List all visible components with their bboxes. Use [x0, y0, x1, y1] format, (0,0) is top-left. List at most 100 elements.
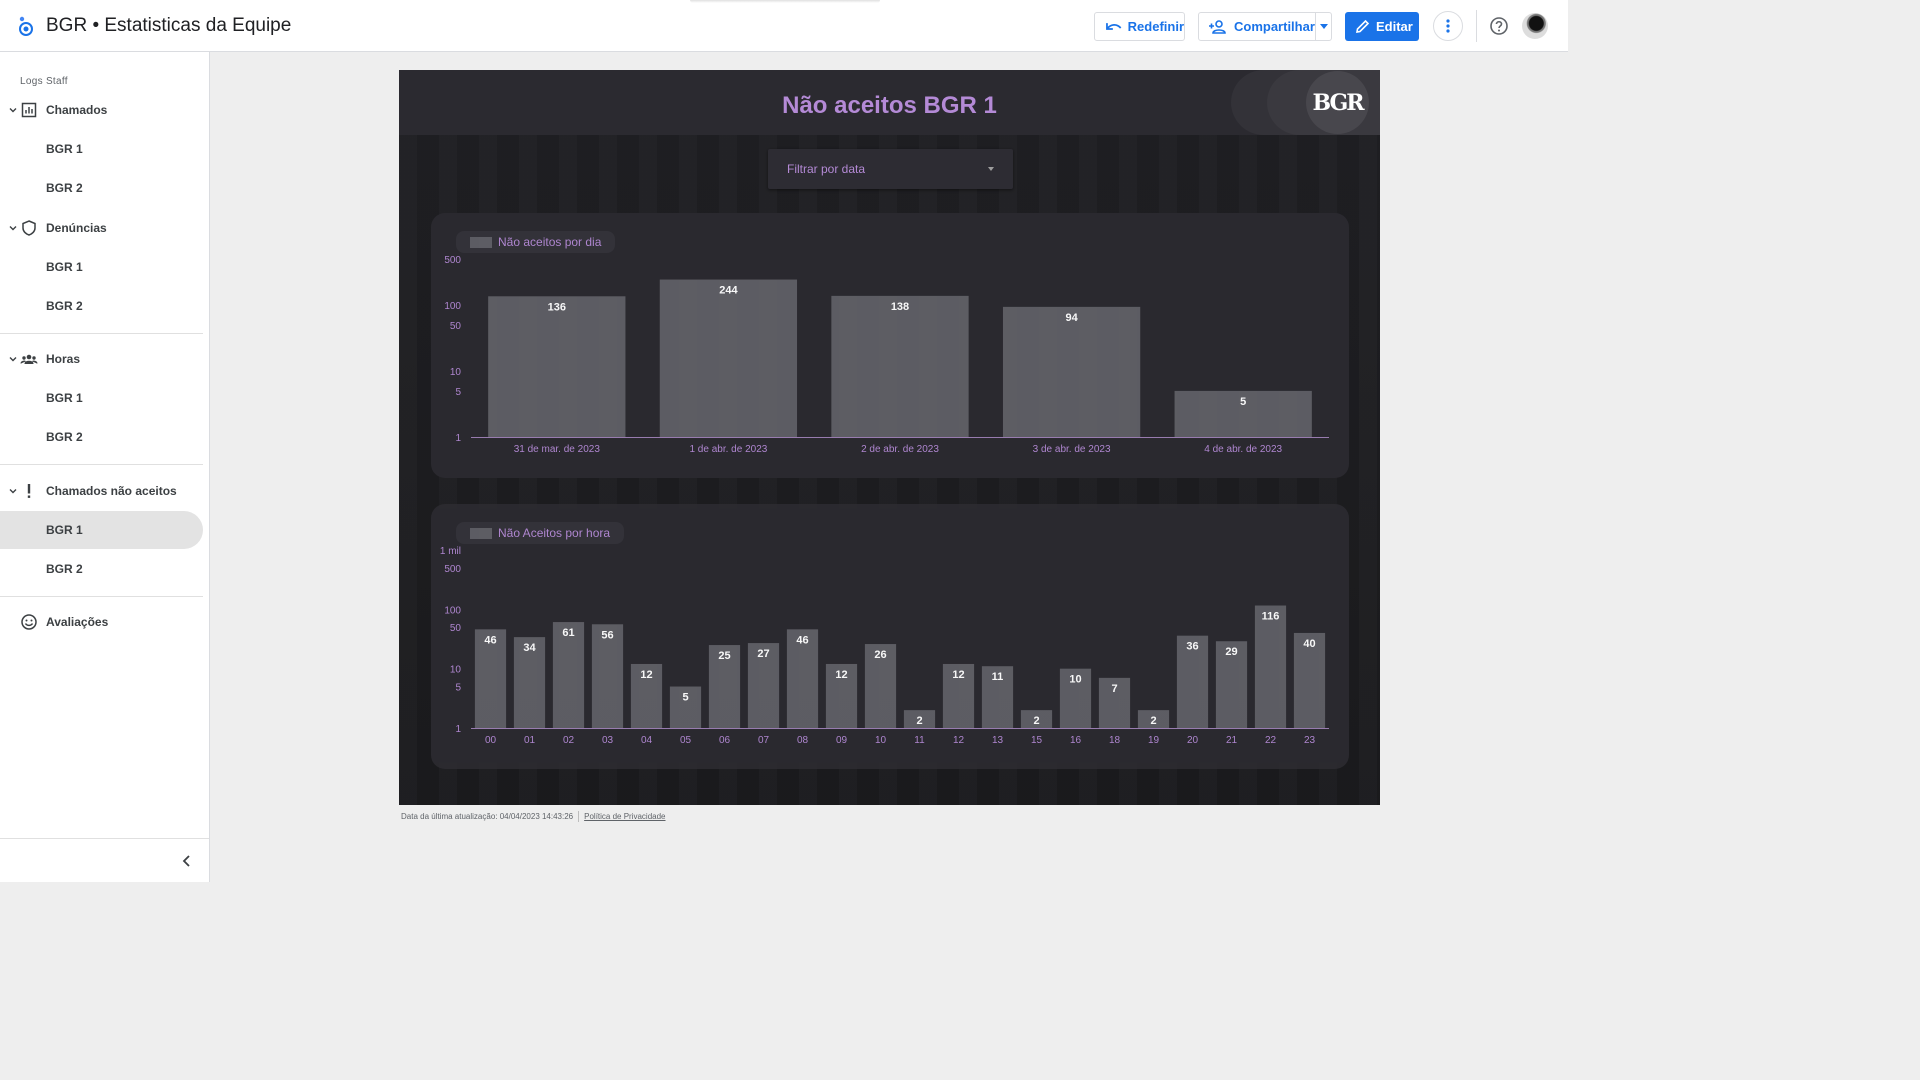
- person-add-icon: [1209, 19, 1226, 34]
- x-tick-label: 00: [485, 735, 497, 746]
- sidebar-item-label: BGR 1: [46, 142, 83, 156]
- data-label: 7: [1111, 683, 1117, 695]
- x-tick-label: 08: [797, 735, 809, 746]
- data-label: 244: [719, 285, 738, 297]
- sidebar-item-horas-bgr1[interactable]: BGR 1: [0, 379, 203, 417]
- collapse-sidebar-chevron-left-icon[interactable]: [180, 853, 194, 869]
- data-label: 25: [718, 650, 730, 662]
- data-label: 12: [640, 669, 652, 681]
- sidebar-item-label: BGR 1: [46, 523, 83, 537]
- sidebar-item-chamados-nao-aceitos[interactable]: Chamados não aceitos: [0, 472, 203, 510]
- last-update-text: Data da última atualização: 04/04/2023 1…: [401, 812, 574, 821]
- x-tick-label: 11: [914, 735, 925, 746]
- sidebar-divider: [0, 333, 203, 334]
- data-label: 2: [916, 715, 922, 727]
- top-bar: BGR • Estatisticas da Equipe Redefinir C…: [0, 0, 1568, 52]
- exclamation-icon: [27, 484, 31, 498]
- data-label: 29: [1225, 646, 1237, 658]
- share-dropdown-caret-icon[interactable]: [1315, 13, 1331, 40]
- x-tick-label: 15: [1031, 735, 1043, 746]
- sidebar-item-nao-aceitos-bgr1[interactable]: BGR 1: [0, 511, 203, 549]
- data-label: 12: [835, 669, 847, 681]
- sidebar-item-avaliacoes[interactable]: Avaliações: [0, 603, 203, 641]
- bar-chart-por-hora[interactable]: 1510501005001 mil46003401610256031204505…: [431, 504, 1349, 769]
- sidebar-item-chamados-bgr2[interactable]: BGR 2: [0, 169, 203, 207]
- sidebar-divider: [0, 464, 203, 465]
- sidebar-item-denuncias-bgr2[interactable]: BGR 2: [0, 287, 203, 325]
- x-tick-label: 10: [875, 735, 887, 746]
- data-label: 5: [1240, 396, 1246, 408]
- sidebar-item-label: BGR 2: [46, 299, 83, 313]
- x-tick-label: 20: [1187, 735, 1199, 746]
- people-icon: [20, 354, 38, 364]
- data-label: 36: [1186, 641, 1198, 653]
- x-tick-label: 09: [836, 735, 848, 746]
- sidebar-item-label: BGR 2: [46, 562, 83, 576]
- y-tick-label: 50: [450, 321, 462, 332]
- reset-label: Redefinir: [1127, 19, 1184, 34]
- edit-button[interactable]: Editar: [1345, 12, 1419, 41]
- y-tick-label: 500: [444, 255, 461, 266]
- header-divider: [1476, 10, 1477, 42]
- x-tick-label: 05: [680, 735, 692, 746]
- x-tick-label: 31 de mar. de 2023: [514, 444, 601, 455]
- sidebar-item-horas-bgr2[interactable]: BGR 2: [0, 418, 203, 456]
- sidebar-item-denuncias[interactable]: Denúncias: [0, 209, 203, 247]
- more-options-button[interactable]: [1433, 11, 1463, 41]
- chevron-down-icon[interactable]: [9, 487, 17, 495]
- bar: [1002, 306, 1141, 437]
- data-label: 116: [1262, 611, 1280, 623]
- report-canvas: BGR Não aceitos BGR 1 Filtrar por data N…: [399, 70, 1380, 805]
- sidebar-item-horas[interactable]: Horas: [0, 340, 203, 378]
- sidebar-item-label: Avaliações: [46, 615, 109, 629]
- bar: [488, 296, 626, 437]
- header-shadow: [690, 0, 880, 3]
- x-tick-label: 1 de abr. de 2023: [689, 444, 767, 455]
- help-icon[interactable]: [1489, 16, 1509, 36]
- y-tick-label: 500: [444, 564, 461, 575]
- sidebar-item-label: BGR 2: [46, 430, 83, 444]
- date-filter-label: Filtrar por data: [787, 162, 866, 176]
- sidebar-item-label: BGR 2: [46, 181, 83, 195]
- date-filter-dropdown[interactable]: Filtrar por data: [768, 149, 1013, 189]
- x-tick-label: 07: [758, 735, 770, 746]
- sidebar-item-chamados-bgr1[interactable]: BGR 1: [0, 130, 203, 168]
- data-label: 34: [523, 642, 536, 654]
- chevron-down-icon[interactable]: [9, 355, 17, 363]
- y-tick-label: 1: [455, 433, 461, 444]
- sidebar-item-chamados[interactable]: Chamados: [0, 91, 203, 129]
- x-tick-label: 13: [992, 735, 1004, 746]
- sidebar-item-nao-aceitos-bgr2[interactable]: BGR 2: [0, 550, 203, 588]
- y-tick-label: 100: [444, 605, 461, 616]
- share-button[interactable]: Compartilhar: [1198, 12, 1332, 41]
- chevron-down-icon[interactable]: [9, 106, 17, 114]
- y-tick-label: 10: [450, 367, 462, 378]
- smiley-icon: [21, 614, 37, 630]
- data-label: 94: [1065, 312, 1078, 324]
- x-tick-label: 01: [524, 735, 536, 746]
- footer-divider: [578, 811, 580, 822]
- sidebar-item-denuncias-bgr1[interactable]: BGR 1: [0, 248, 203, 286]
- chevron-down-icon[interactable]: [9, 224, 17, 232]
- sidebar-navigation: Logs Staff Chamados BGR 1 BGR 2 Denúncia…: [0, 52, 210, 882]
- privacy-policy-link[interactable]: Política de Privacidade: [584, 812, 665, 821]
- bar: [1254, 605, 1287, 728]
- x-tick-label: 3 de abr. de 2023: [1033, 444, 1111, 455]
- x-tick-label: 2 de abr. de 2023: [861, 444, 939, 455]
- bar-chart-por-dia[interactable]: 1 5 10 50 100 500 136 31 de mar. de 2023 244 1 de…: [431, 213, 1349, 478]
- sidebar-section-title: Logs Staff: [20, 76, 68, 87]
- bar: [831, 295, 969, 437]
- data-label: 10: [1069, 674, 1081, 686]
- chart-card-por-hora: Não Aceitos por hora 1 5 10 50 100 500 1 mil 46…: [431, 504, 1349, 769]
- sidebar-item-label: Chamados não aceitos: [46, 484, 177, 498]
- account-avatar[interactable]: [1522, 13, 1548, 39]
- more-vert-icon: [1446, 19, 1450, 33]
- data-label: 138: [891, 301, 909, 313]
- reset-button[interactable]: Redefinir: [1094, 12, 1185, 41]
- report-title: Não aceitos BGR 1: [782, 92, 997, 119]
- data-label: 12: [952, 669, 964, 681]
- sidebar-item-label: Chamados: [46, 103, 108, 117]
- x-tick-label: 16: [1070, 735, 1082, 746]
- x-tick-label: 18: [1109, 735, 1121, 746]
- report-name[interactable]: BGR • Estatisticas da Equipe: [46, 15, 291, 37]
